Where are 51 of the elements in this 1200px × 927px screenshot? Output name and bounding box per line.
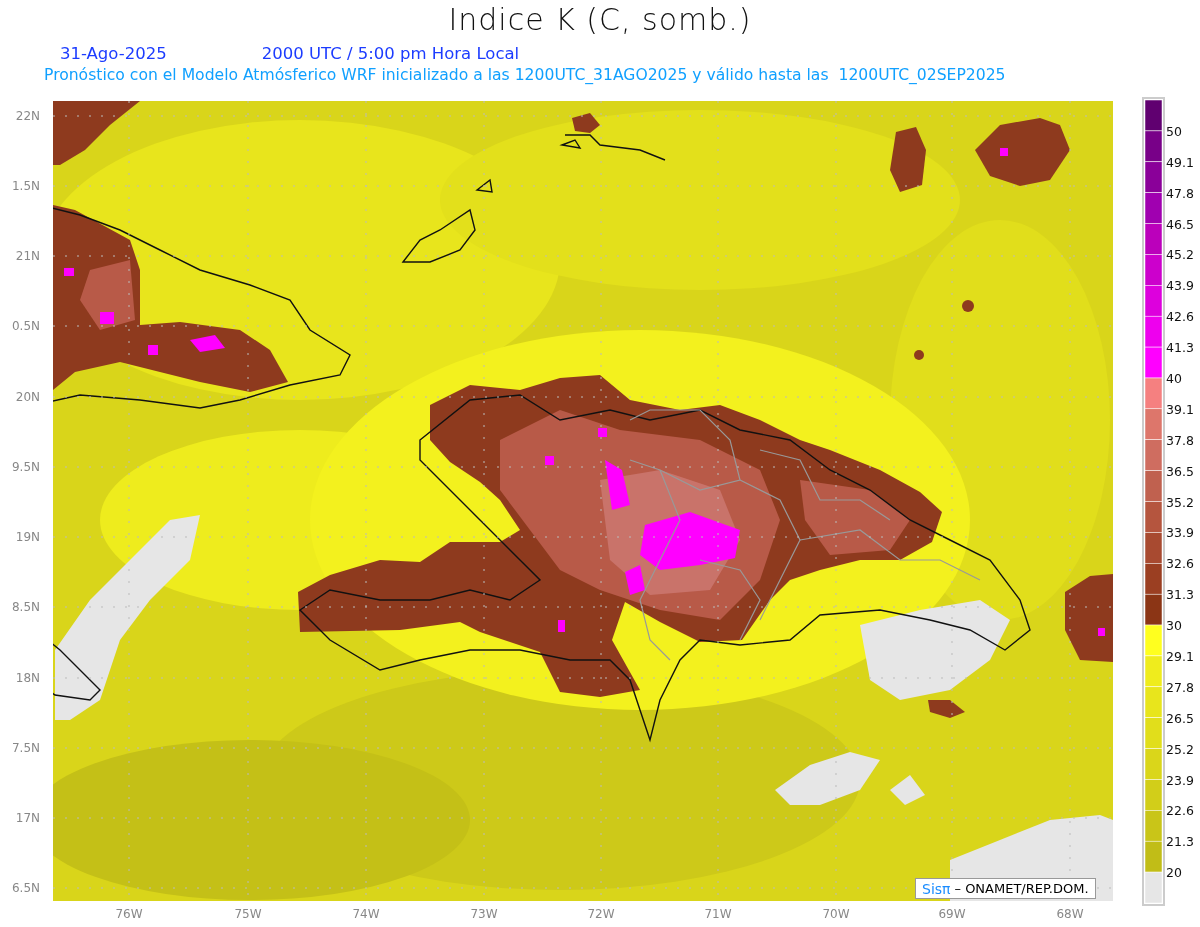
legend-label: 31.3 — [1166, 587, 1194, 603]
longitude-label: 69W — [938, 907, 966, 921]
longitude-label: 71W — [704, 907, 732, 921]
latitude-label: 1.5N — [11, 179, 40, 193]
legend-label: 22.6 — [1166, 803, 1194, 819]
legend-label: 29.1 — [1166, 648, 1194, 664]
legend-label: 49.1 — [1166, 154, 1194, 170]
forecast-date: 31-Ago-2025 — [60, 43, 167, 63]
legend-label: 43.9 — [1166, 278, 1194, 294]
latitude-label: 21N — [15, 249, 40, 263]
legend-label: 26.5 — [1166, 710, 1194, 726]
latitude-label: 9.5N — [11, 460, 40, 474]
legend-label: 37.8 — [1166, 432, 1194, 448]
longitude-label: 74W — [352, 907, 380, 921]
legend-label: 25.2 — [1166, 741, 1194, 757]
legend-label: 41.3 — [1166, 340, 1194, 356]
legend-label: 45.2 — [1166, 247, 1194, 263]
latitude-label: 19N — [15, 530, 40, 544]
latitude-label: 6.5N — [11, 881, 40, 895]
legend-label: 46.5 — [1166, 216, 1194, 232]
latitude-label: 0.5N — [11, 319, 40, 333]
legend-label: 39.1 — [1166, 401, 1194, 417]
latitude-label: 8.5N — [11, 600, 40, 614]
legend-label: 32.6 — [1166, 556, 1194, 572]
legend-label: 42.6 — [1166, 309, 1194, 325]
legend-label: 30 — [1166, 618, 1182, 633]
legend-label: 27.8 — [1166, 679, 1194, 695]
legend-label: 36.5 — [1166, 463, 1194, 479]
map-title: Indice K (C, somb.) — [448, 2, 752, 37]
latitude-label: 20N — [15, 390, 40, 404]
legend-label: 23.9 — [1166, 772, 1194, 788]
legend-label: 35.2 — [1166, 494, 1194, 510]
latitude-label: 22N — [15, 109, 40, 123]
longitude-label: 73W — [470, 907, 498, 921]
legend-label: 20 — [1166, 865, 1182, 881]
credit-label: Sisπ – ONAMET/REP.DOM. — [915, 878, 1096, 899]
forecast-time: 2000 UTC / 5:00 pm Hora Local — [261, 43, 520, 63]
longitude-label: 72W — [587, 907, 615, 921]
longitude-label: 68W — [1056, 907, 1084, 921]
longitude-label: 75W — [234, 907, 262, 921]
legend-label: 40 — [1166, 371, 1182, 386]
legend-label: 33.9 — [1166, 525, 1194, 541]
legend-label: 21.3 — [1166, 834, 1194, 850]
legend-label: 50 — [1166, 123, 1182, 139]
latitude-label: 17N — [15, 811, 40, 825]
longitude-label: 76W — [115, 907, 143, 921]
longitude-label: 70W — [822, 907, 850, 921]
legend-label: 47.8 — [1166, 185, 1194, 201]
latitude-label: 18N — [15, 671, 40, 685]
latitude-label: 7.5N — [11, 741, 40, 755]
model-description: Pronóstico con el Modelo Atmósferico WRF inicializado a las 1200UTC_31AGO2025 y válido hasta las 1200UTC_02SEP2025 — [44, 66, 1006, 84]
